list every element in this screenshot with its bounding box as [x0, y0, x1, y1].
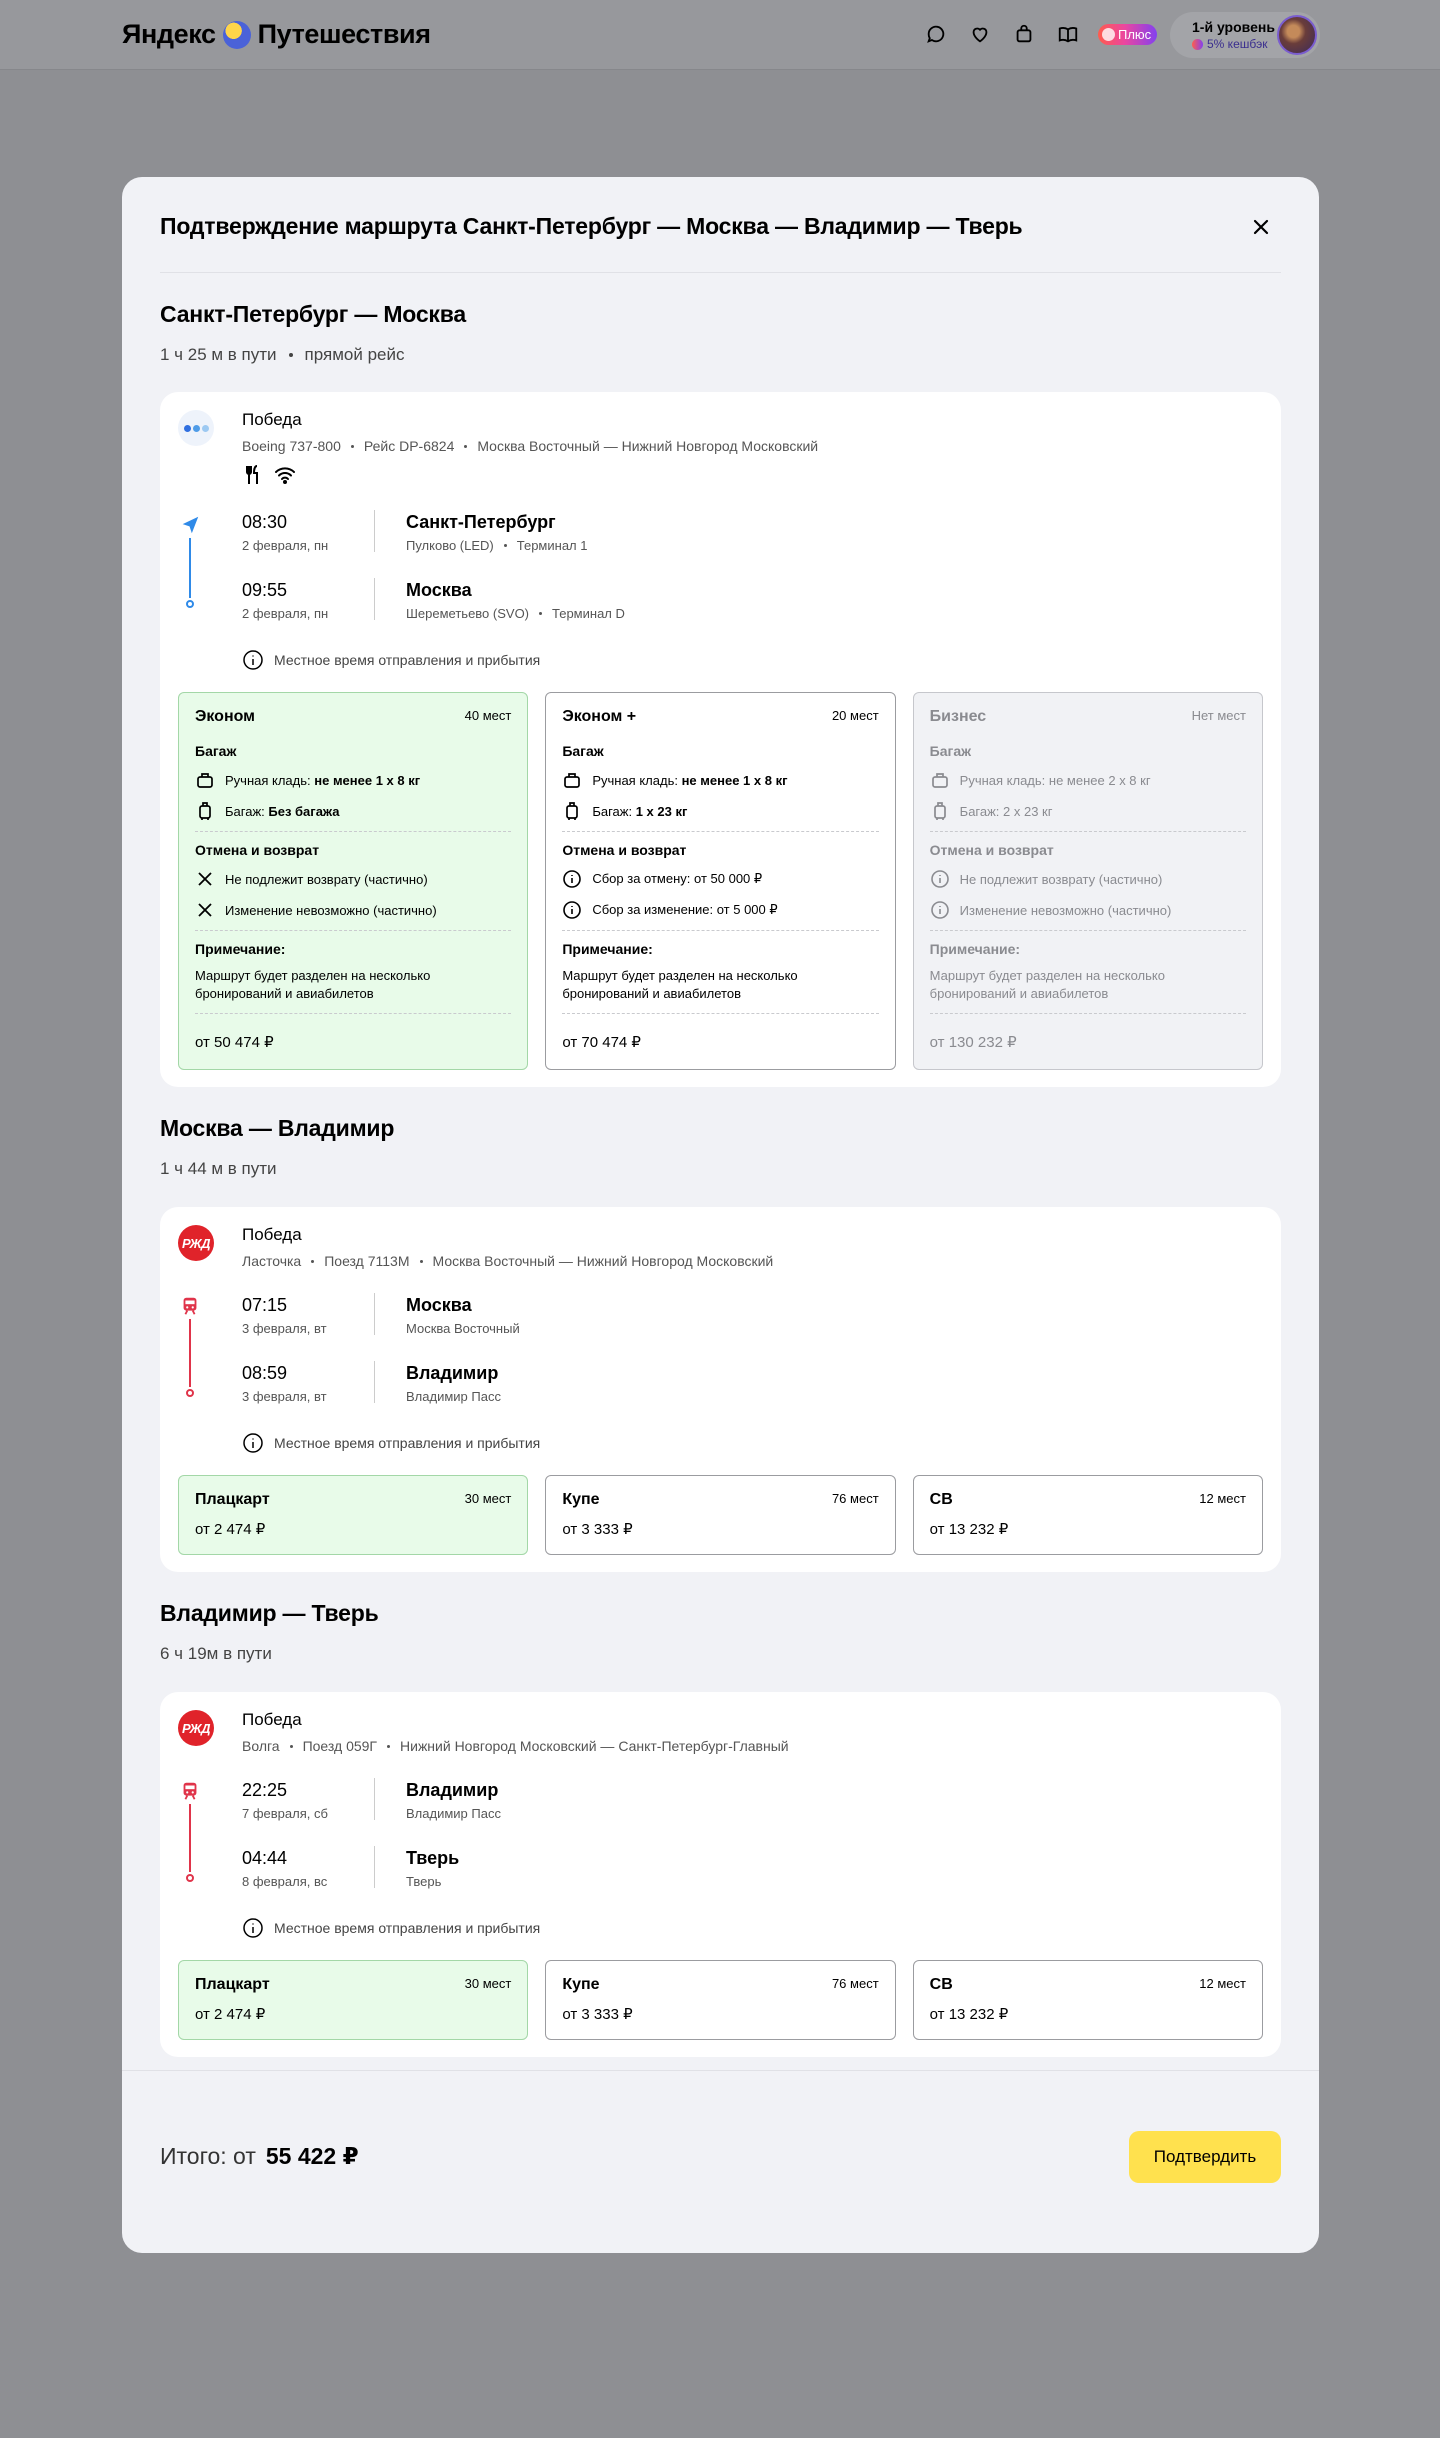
info-icon: [243, 1918, 263, 1938]
fare-card-platskart[interactable]: Плацкарт 30 мест от 2 474 ₽: [178, 1960, 529, 2040]
orders-bag-icon[interactable]: [1012, 22, 1036, 46]
fare-card-economy[interactable]: Эконом 40 мест Багаж Ручная кладь: не ме…: [178, 692, 529, 1070]
segment-subtitle: 6 ч 19м в пути: [160, 1644, 272, 1663]
header-icons: [924, 22, 1080, 46]
avatar[interactable]: [1277, 15, 1317, 55]
arrival-city: Тверь: [406, 1848, 460, 1868]
journal-book-icon[interactable]: [1056, 22, 1080, 46]
fare-card-economy-plus[interactable]: Эконом + 20 мест Багаж Ручная кладь: не …: [545, 692, 896, 1070]
suitcase-icon: [199, 802, 211, 820]
globe-icon: [222, 20, 251, 49]
route-confirm-modal: Подтверждение маршрута Санкт-Петербург —…: [122, 177, 1319, 2253]
departure-date: 2 февраля, пн: [242, 538, 329, 553]
rzd-logo: РЖД: [178, 1225, 214, 1261]
departure-date: 3 февраля, вт: [242, 1321, 327, 1336]
modal-title: Подтверждение маршрута Санкт-Петербург —…: [160, 213, 1023, 239]
train-meta: Ласточка Поезд 7113М Москва Восточный — …: [242, 1253, 774, 1269]
arrival-time: 04:44: [242, 1848, 288, 1868]
departure-station: Владимир Пасс: [406, 1806, 501, 1821]
flight-meta: Boeing 737-800 Рейс DP-6824 Москва Восто…: [242, 438, 819, 454]
departure-time: 08:30: [242, 512, 288, 532]
fare-card-kupe[interactable]: Купе 76 мест от 3 333 ₽: [545, 1475, 896, 1555]
carrier-name: Победа: [242, 1710, 302, 1729]
close-icon: [1253, 219, 1269, 235]
cross-icon: [198, 872, 212, 886]
local-time-note: Местное время отправления и прибытия: [242, 1432, 540, 1454]
carrier-name: Победа: [242, 410, 302, 429]
plus-icon: [1102, 28, 1115, 41]
user-level-widget[interactable]: 1-й уровень 5% кешбэк: [1170, 12, 1320, 58]
fare-card-kupe[interactable]: Купе 76 мест от 3 333 ₽: [545, 1960, 896, 2040]
meal-icon: [242, 464, 264, 486]
train-meta: Волга Поезд 059Г Нижний Новгород Московс…: [242, 1738, 789, 1754]
arrival-station: Владимир Пасс: [406, 1389, 501, 1404]
cross-icon: [198, 903, 212, 917]
yandex-travel-logo[interactable]: Яндекс Путешествия: [122, 19, 431, 50]
suitcase-icon: [933, 802, 946, 820]
info-icon: [930, 901, 949, 919]
fare-options: Плацкарт 30 мест от 2 474 ₽ Купе 76 мест…: [178, 1475, 1263, 1555]
wifi-icon: [274, 464, 296, 486]
departure-time: 07:15: [242, 1295, 288, 1315]
departure-city: Санкт-Петербург: [406, 512, 556, 532]
segment-title: Владимир — Тверь: [160, 1600, 379, 1626]
arrival-time: 08:59: [242, 1363, 288, 1383]
amenities: [242, 464, 296, 486]
plane-icon: [179, 514, 201, 536]
fare-card-sv[interactable]: СВ 12 мест от 13 232 ₽: [912, 1960, 1263, 2040]
fare-options: Плацкарт 30 мест от 2 474 ₽ Купе 76 мест…: [178, 1960, 1263, 2040]
local-time-note: Местное время отправления и прибытия: [242, 1917, 540, 1939]
train-icon: [179, 1780, 201, 1802]
close-button[interactable]: [1251, 217, 1271, 237]
top-header: Яндекс Путешествия Плюс 1-й уровень 5% к…: [0, 0, 1440, 70]
carrier-name: Победа: [242, 1225, 302, 1244]
departure-city: Владимир: [406, 1780, 499, 1800]
arrival-date: 8 февраля, вс: [242, 1874, 328, 1889]
departure-date: 7 февраля, сб: [242, 1806, 328, 1821]
arrival-date: 2 февраля, пн: [242, 606, 329, 621]
train-icon: [179, 1295, 201, 1317]
info-icon: [243, 1433, 263, 1453]
favorites-heart-icon[interactable]: [968, 22, 992, 46]
pobeda-logo: [178, 410, 214, 446]
arrival-time: 09:55: [242, 580, 288, 600]
arrival-city: Владимир: [406, 1363, 499, 1383]
arrival-date: 3 февраля, вт: [242, 1389, 327, 1404]
fare-card-platskart[interactable]: Плацкарт 30 мест от 2 474 ₽: [178, 1475, 529, 1555]
divider: [160, 272, 1281, 273]
hand-luggage-icon: [931, 773, 948, 788]
suitcase-icon: [566, 802, 579, 820]
departure-city: Москва: [406, 1295, 472, 1315]
departure-airport: Пулково (LED) Терминал 1: [406, 538, 588, 553]
segment-subtitle: 1 ч 44 м в пути: [160, 1159, 277, 1178]
confirm-button[interactable]: Подтвердить: [1129, 2131, 1281, 2183]
fare-options: Эконом 40 мест Багаж Ручная кладь: не ме…: [178, 692, 1263, 1070]
arrival-airport: Шереметьево (SVO) Терминал D: [406, 606, 625, 621]
divider: [122, 2070, 1319, 2071]
segment-card-train: РЖД Победа Ласточка Поезд 7113М Москва В…: [160, 1207, 1281, 1572]
chat-icon[interactable]: [924, 22, 948, 46]
segment-card-flight: Победа Boeing 737-800 Рейс DP-6824 Москв…: [160, 392, 1281, 1087]
info-icon: [563, 870, 582, 888]
info-icon: [243, 650, 263, 670]
total-price: Итого: от 55 422 ₽: [160, 2143, 359, 2169]
cashback-icon: [1192, 38, 1203, 50]
segment-subtitle: 1 ч 25 м в пути прямой рейс: [160, 345, 405, 364]
info-icon: [930, 870, 949, 888]
departure-time: 22:25: [242, 1780, 288, 1800]
hand-luggage-icon: [564, 773, 581, 788]
arrival-station: Тверь: [406, 1874, 442, 1889]
departure-station: Москва Восточный: [406, 1321, 520, 1336]
info-icon: [563, 901, 582, 919]
arrival-city: Москва: [406, 580, 472, 600]
plus-badge[interactable]: Плюс: [1098, 24, 1158, 45]
rzd-logo: РЖД: [178, 1710, 214, 1746]
fare-card-business: Бизнес Нет мест Багаж Ручная кладь: не м…: [912, 692, 1263, 1070]
segment-title: Москва — Владимир: [160, 1115, 395, 1141]
fare-card-sv[interactable]: СВ 12 мест от 13 232 ₽: [912, 1475, 1263, 1555]
segment-title: Санкт-Петербург — Москва: [160, 301, 466, 327]
segment-card-train: РЖД Победа Волга Поезд 059Г Нижний Новго…: [160, 1692, 1281, 2057]
local-time-note: Местное время отправления и прибытия: [242, 649, 540, 671]
hand-luggage-icon: [197, 773, 213, 788]
